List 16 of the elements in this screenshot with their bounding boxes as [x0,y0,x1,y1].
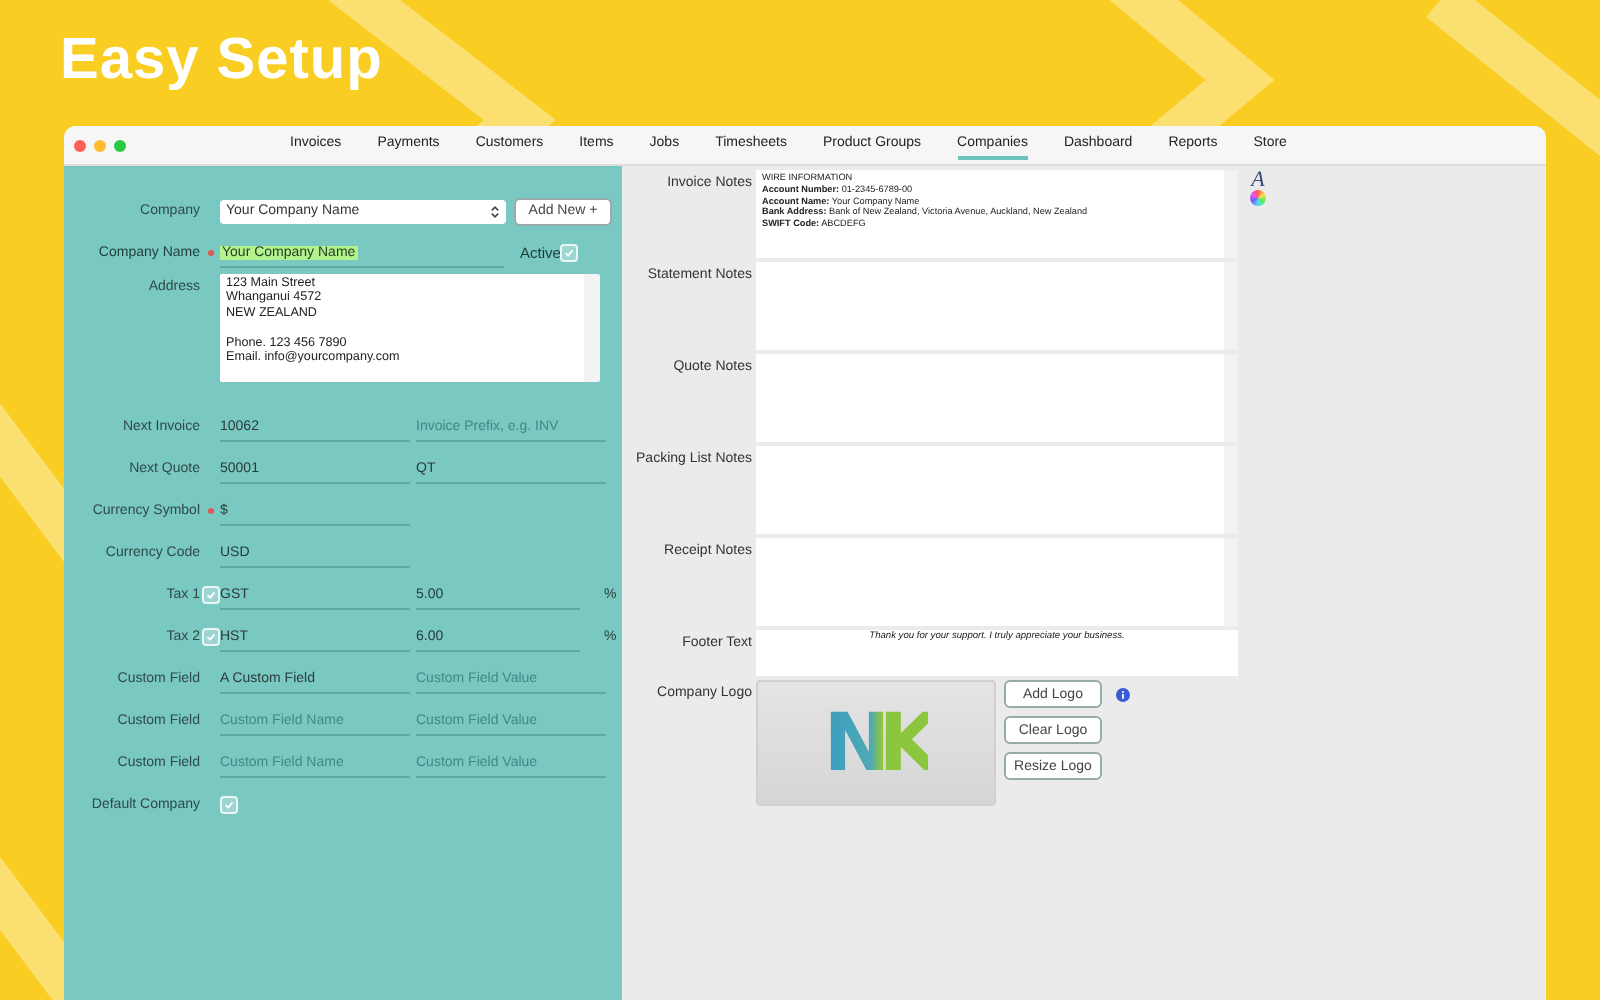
check-icon [203,630,217,644]
info-icon[interactable] [1116,688,1130,702]
active-checkbox[interactable] [560,244,579,262]
checkbox[interactable] [201,586,219,604]
updown-icon [490,203,500,219]
checkbox[interactable] [220,796,238,814]
font-button[interactable]: A [1251,170,1265,190]
headline: Easy Setup [60,28,383,94]
close-button[interactable] [74,139,86,151]
check-icon [203,588,217,602]
color-wheel-icon[interactable] [1250,190,1266,206]
minimize-button[interactable] [94,139,106,151]
zoom-button[interactable] [114,139,126,151]
checkbox[interactable] [201,628,219,646]
check-icon [222,798,236,812]
check-icon [562,246,577,260]
